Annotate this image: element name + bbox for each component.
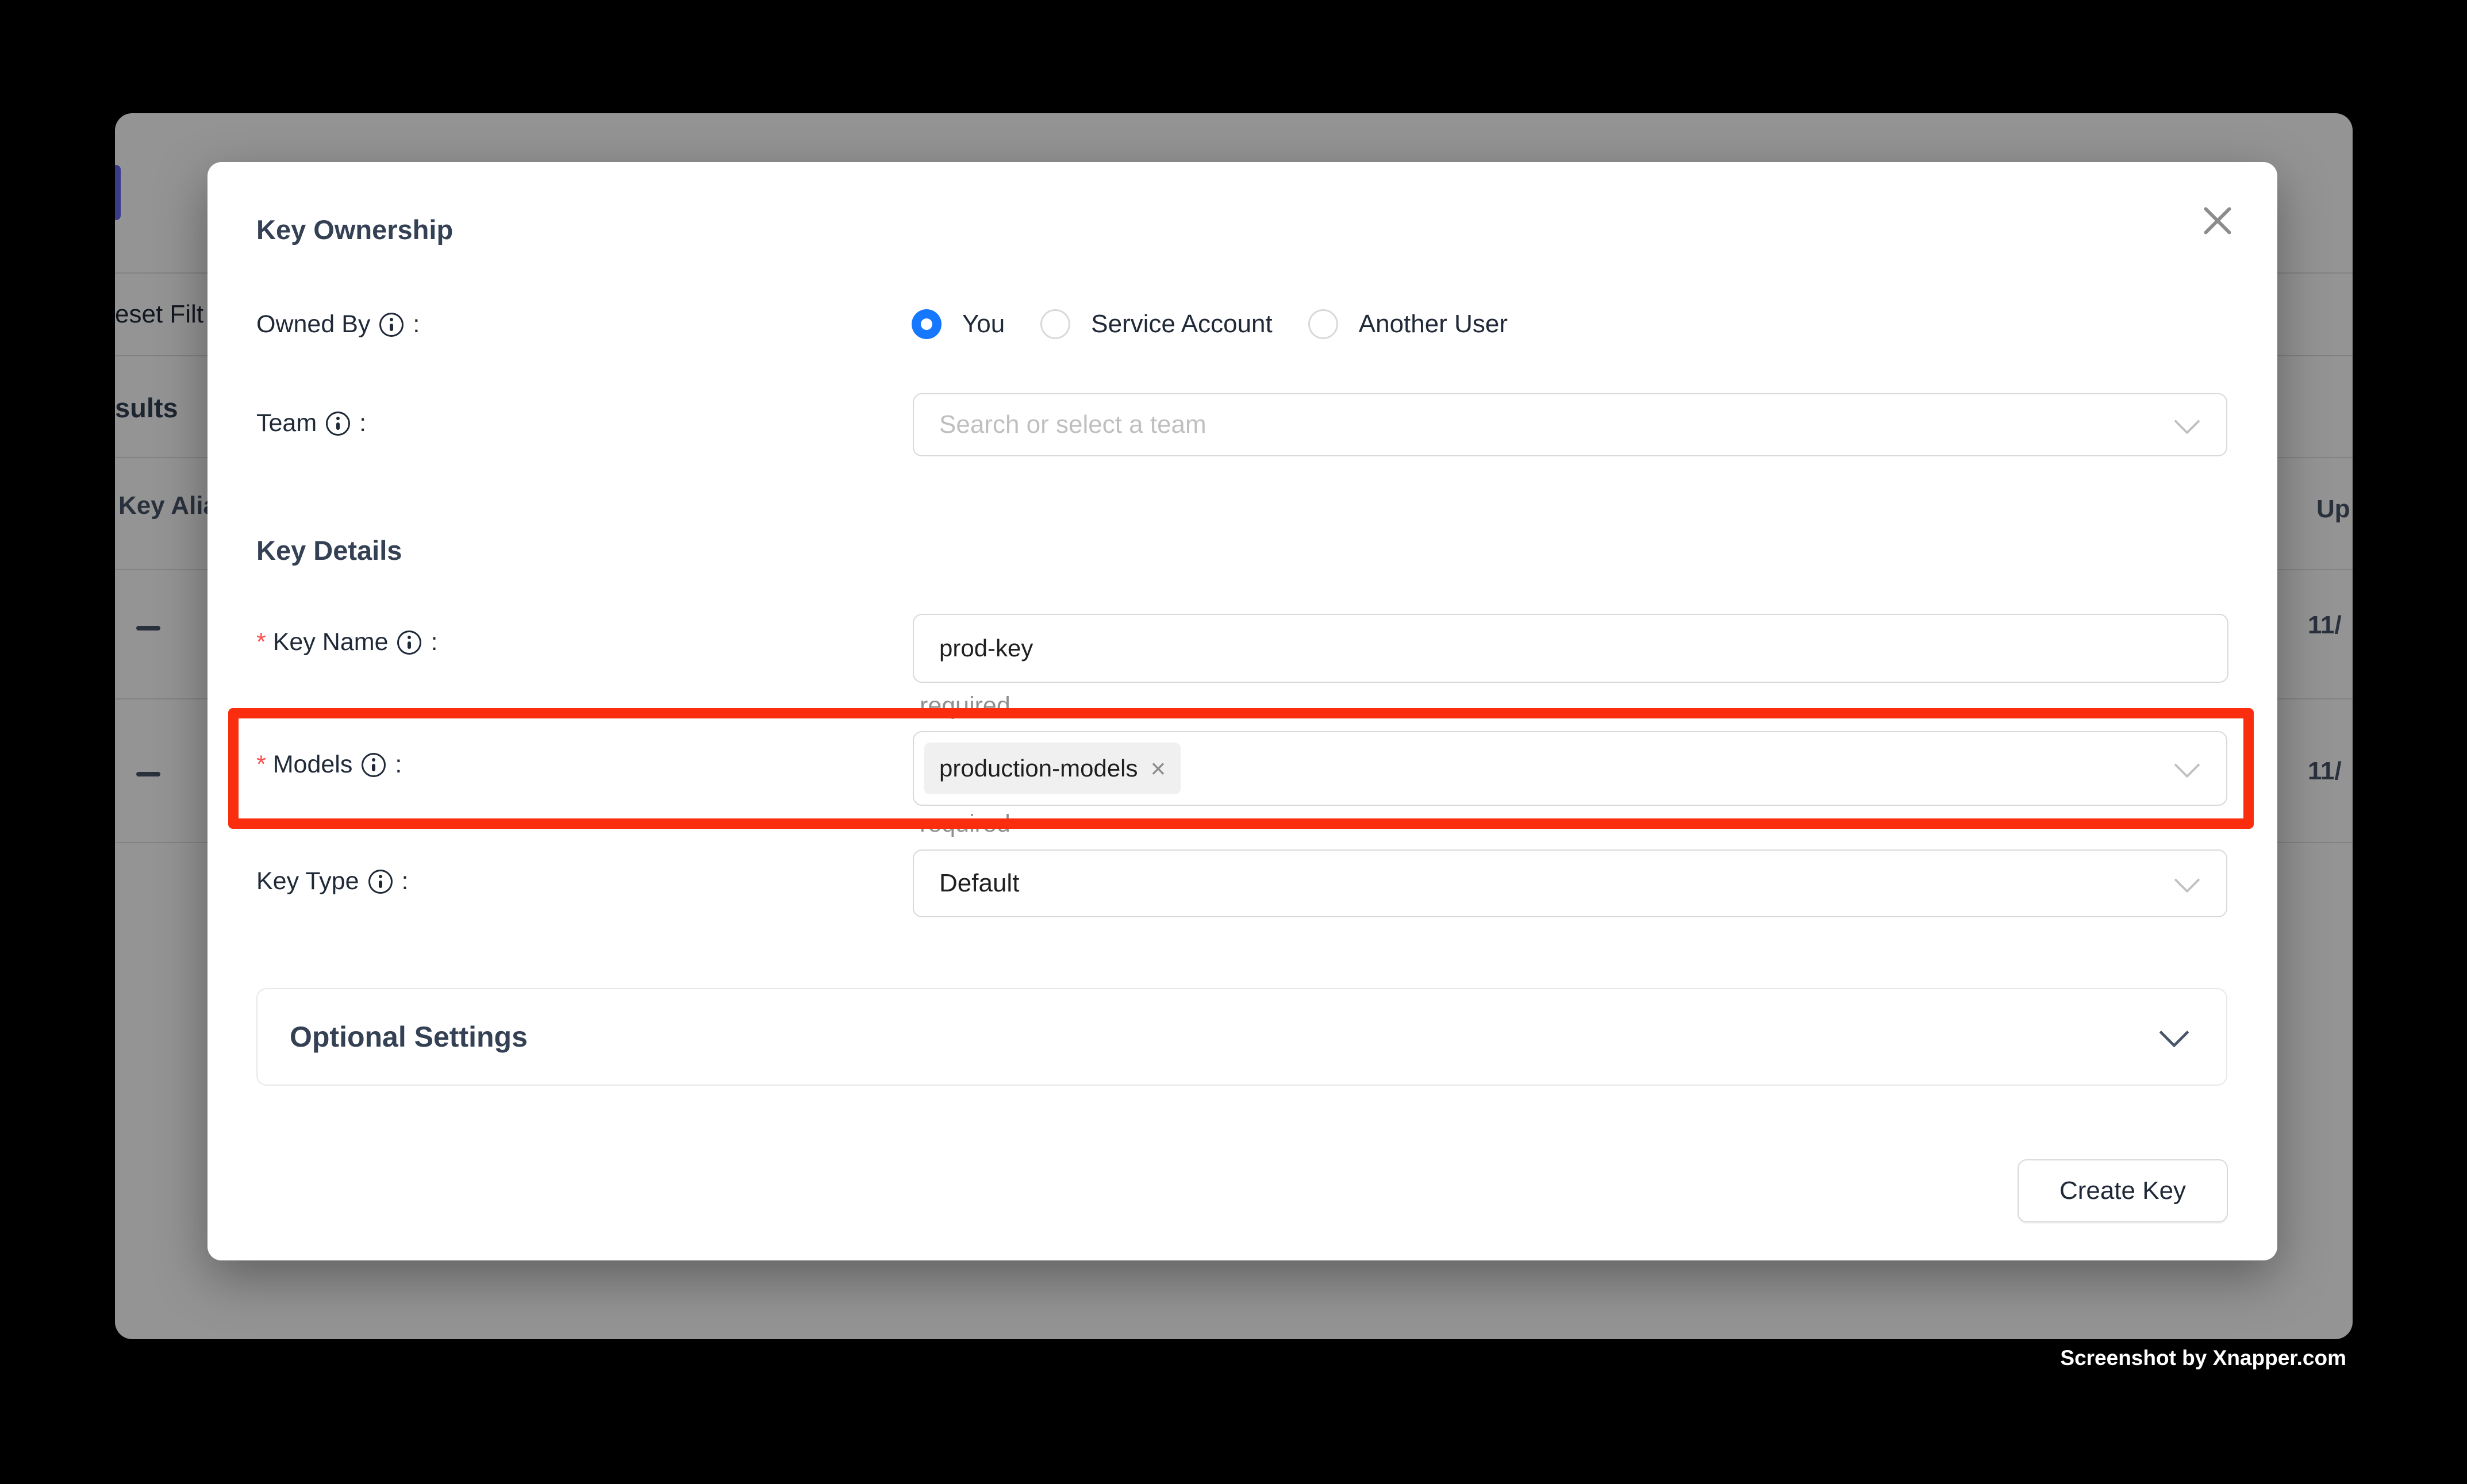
- owned-by-radio-group: You Service Account Another User: [912, 309, 1508, 339]
- team-label-text: Team: [256, 409, 317, 437]
- chevron-down-icon: [2174, 867, 2200, 893]
- radio-option-you[interactable]: You: [912, 309, 1005, 339]
- info-icon: [362, 753, 386, 777]
- chevron-down-icon: [2174, 752, 2200, 778]
- chevron-down-icon: [2159, 1017, 2189, 1047]
- models-select[interactable]: production-models ×: [913, 731, 2227, 806]
- optional-settings-toggle[interactable]: Optional Settings: [256, 988, 2227, 1086]
- team-select[interactable]: Search or select a team: [913, 393, 2227, 456]
- watermark-text: Screenshot by Xnapper.com: [2060, 1346, 2346, 1370]
- create-key-button[interactable]: Create Key: [2018, 1159, 2228, 1222]
- key-type-select[interactable]: Default: [913, 849, 2227, 917]
- screenshot-canvas: eset Filt sults Key Alia Up 11/ 11/ Key …: [0, 0, 2467, 1484]
- required-asterisk: *: [256, 628, 266, 656]
- key-type-label: Key Type :: [256, 867, 408, 895]
- selected-model-tag: production-models ×: [924, 743, 1181, 794]
- radio-label: Service Account: [1091, 310, 1273, 339]
- key-name-validation-message: required: [920, 692, 1010, 720]
- section-title-key-details: Key Details: [256, 535, 402, 566]
- key-type-label-text: Key Type: [256, 867, 359, 895]
- section-title-key-ownership: Key Ownership: [256, 214, 453, 245]
- radio-option-service-account[interactable]: Service Account: [1040, 309, 1273, 339]
- key-name-label: * Key Name :: [256, 628, 437, 656]
- owned-by-label: Owned By :: [256, 310, 420, 339]
- info-icon: [397, 630, 421, 655]
- required-asterisk: *: [256, 751, 266, 779]
- label-colon: :: [413, 310, 420, 339]
- models-label: * Models :: [256, 751, 402, 779]
- label-colon: :: [402, 867, 409, 895]
- info-icon: [326, 412, 350, 436]
- label-colon: :: [359, 409, 366, 437]
- radio-unselected-icon: [1308, 309, 1338, 339]
- create-key-modal: Key Ownership Owned By : You Service Acc…: [207, 162, 2277, 1260]
- label-colon: :: [395, 751, 402, 779]
- key-type-selected-value: Default: [939, 869, 1019, 898]
- key-name-label-text: Key Name: [273, 628, 389, 656]
- radio-option-another-user[interactable]: Another User: [1308, 309, 1508, 339]
- radio-selected-icon: [912, 309, 942, 339]
- selected-model-tag-label: production-models: [939, 755, 1138, 782]
- team-label: Team :: [256, 409, 366, 437]
- chevron-down-icon: [2174, 408, 2200, 434]
- owned-by-label-text: Owned By: [256, 310, 370, 339]
- remove-tag-icon[interactable]: ×: [1151, 755, 1166, 782]
- radio-unselected-icon: [1040, 309, 1070, 339]
- models-label-text: Models: [273, 751, 353, 779]
- info-icon: [368, 870, 393, 894]
- optional-settings-label: Optional Settings: [290, 1020, 528, 1054]
- radio-label: You: [962, 310, 1005, 339]
- close-icon[interactable]: [2200, 203, 2235, 238]
- info-icon: [379, 313, 404, 337]
- label-colon: :: [431, 628, 437, 656]
- create-key-button-label: Create Key: [2059, 1177, 2186, 1205]
- team-select-placeholder: Search or select a team: [939, 410, 1206, 439]
- models-validation-message: required: [920, 810, 1010, 838]
- radio-label: Another User: [1359, 310, 1508, 339]
- key-name-input[interactable]: [913, 614, 2228, 683]
